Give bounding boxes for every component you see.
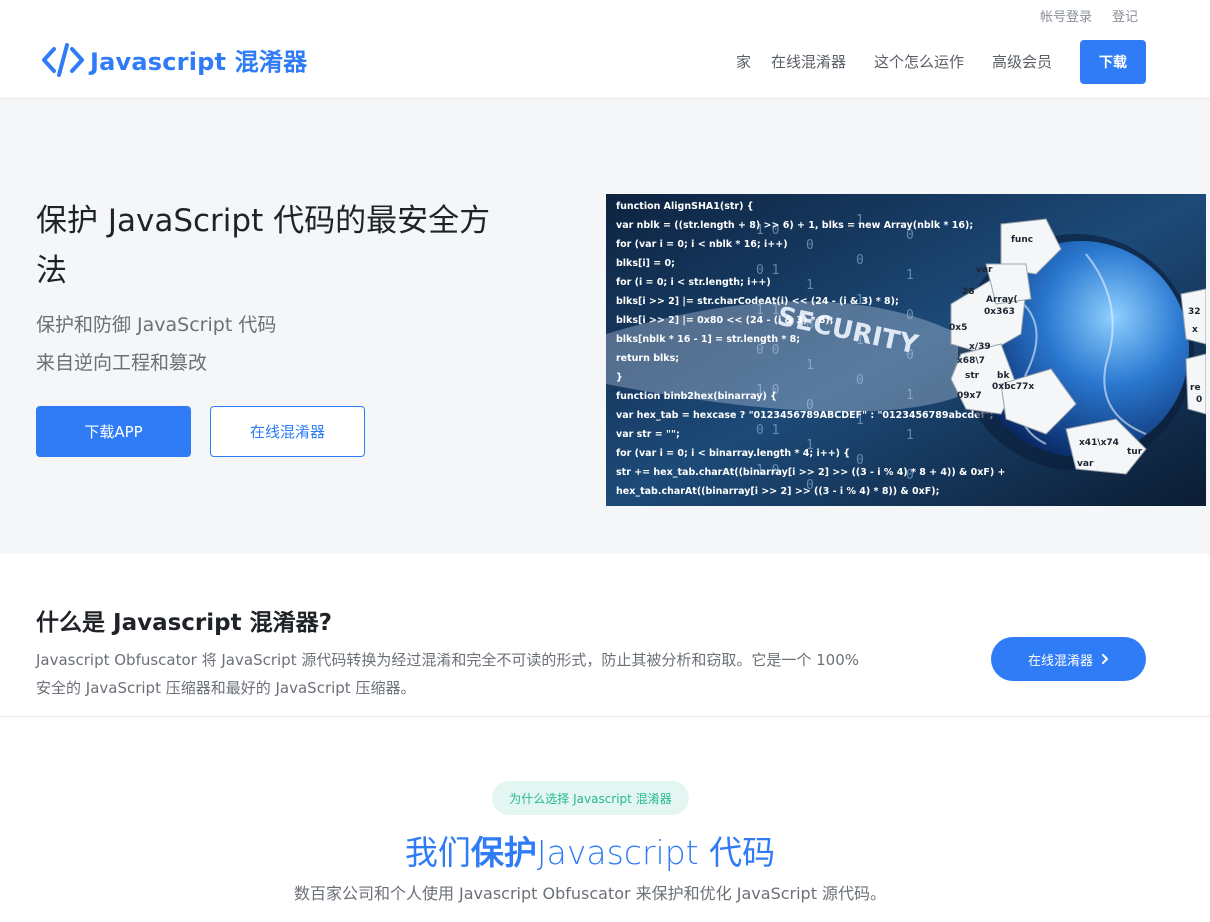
what-is-description: Javascript Obfuscator 将 JavaScript 源代码转换… (36, 651, 859, 697)
svg-text:1: 1 (906, 428, 914, 443)
hero-subtitle: 保护和防御 JavaScript 代码 来自逆向工程和篡改 (36, 306, 276, 382)
logo-text: Javascript 混淆器 (90, 48, 308, 76)
svg-text:function binb2hex(binarray) {: function binb2hex(binarray) { (616, 391, 777, 402)
svg-text:1: 1 (906, 268, 914, 283)
svg-text:var hex_tab = hexcase ? "01234: var hex_tab = hexcase ? "0123456789ABCDE… (616, 410, 993, 421)
utility-links: 帐号登录 登记 (1040, 6, 1138, 25)
svg-text:0: 0 (856, 253, 864, 268)
site-header: Javascript 混淆器 家 在线混淆器 这个怎么运作 高级会员 下载 (0, 0, 1210, 99)
main-nav: 家 在线混淆器 这个怎么运作 高级会员 下载 (736, 40, 1146, 84)
svg-text:x68\7: x68\7 (957, 356, 985, 366)
section-divider (0, 716, 1210, 717)
why-title-suffix: Javascript 代码 (536, 833, 776, 872)
svg-text:0: 0 (1196, 395, 1202, 405)
svg-text:32: 32 (1188, 307, 1201, 317)
why-subtitle: 数百家公司和个人使用 Javascript Obfuscator 来保护和优化 … (293, 884, 887, 903)
svg-text:0 1: 0 1 (756, 423, 779, 438)
hero-subtitle-line2: 来自逆向工程和篡改 (36, 352, 208, 374)
download-app-button[interactable]: 下载APP (36, 406, 191, 457)
svg-text:function AlignSHA1(str) {: function AlignSHA1(str) { (616, 201, 754, 212)
svg-text:0: 0 (856, 453, 864, 468)
why-title: 我们保护Javascript 代码 (0, 826, 1180, 874)
svg-text:}: } (616, 372, 623, 383)
online-obfuscator-button[interactable]: 在线混淆器 (210, 406, 365, 457)
chevron-right-icon (1102, 654, 1108, 664)
svg-text:re: re (1190, 383, 1201, 393)
svg-text:x/39: x/39 (969, 342, 991, 352)
svg-text:x: x (1192, 325, 1198, 335)
svg-text:0 1: 0 1 (756, 263, 779, 278)
svg-text:tur: tur (1127, 447, 1143, 457)
hero-wave-divider (0, 510, 1210, 553)
nav-item-premium[interactable]: 高级会员 (992, 40, 1052, 84)
hero-illustration: 1 00 11 10 01 00 11 0 0101010 1011010 01… (606, 194, 1206, 506)
svg-text:09x7: 09x7 (957, 391, 982, 401)
account-login-link[interactable]: 帐号登录 (1040, 6, 1092, 25)
svg-text:blks[i >> 2] |= str.charCodeAt: blks[i >> 2] |= str.charCodeAt(i) << (24… (616, 296, 899, 307)
svg-text:blks[i] = 0;: blks[i] = 0; (616, 258, 675, 269)
svg-text:var: var (1077, 459, 1094, 469)
svg-text:Array(: Array( (986, 295, 1018, 305)
svg-text:0xbc77x: 0xbc77x (992, 382, 1034, 392)
register-link[interactable]: 登记 (1112, 6, 1138, 25)
nav-item-how-it-works[interactable]: 这个怎么运作 (874, 40, 964, 84)
svg-text:blks[i >> 2] |= 0x80 << (24 -: blks[i >> 2] |= 0x80 << (24 - (i & 3) * … (616, 315, 834, 326)
svg-text:for (var i = 0; i < nblk * 16;: for (var i = 0; i < nblk * 16; i++) (616, 239, 788, 250)
svg-text:var str = "";: var str = ""; (616, 429, 680, 440)
svg-text:bk: bk (997, 371, 1010, 381)
svg-text:for (i = 0; i < str.length; i+: for (i = 0; i < str.length; i++) (616, 277, 771, 288)
online-obfuscator-cta-label: 在线混淆器 (1027, 653, 1093, 669)
security-globe-puzzle-image: 1 00 11 10 01 00 11 0 0101010 1011010 01… (606, 194, 1206, 506)
svg-text:return blks;: return blks; (616, 353, 679, 364)
download-button[interactable]: 下载 (1080, 40, 1146, 84)
why-title-prefix: 我们 (404, 833, 471, 872)
svg-text:str += hex_tab.charAt((binarra: str += hex_tab.charAt((binarray[i >> 2] … (616, 467, 1005, 478)
nav-item-home[interactable]: 家 (736, 40, 751, 84)
logo[interactable]: Javascript 混淆器 (42, 42, 307, 77)
why-title-bold: 保护 (470, 833, 537, 872)
svg-text:28: 28 (962, 287, 975, 297)
svg-text:1: 1 (806, 278, 814, 293)
online-obfuscator-cta-button[interactable]: 在线混淆器 (991, 637, 1146, 681)
hero-title: 保护 JavaScript 代码的最安全方法 (36, 203, 491, 289)
why-badge: 为什么选择 Javascript 混淆器 (492, 781, 689, 815)
svg-text:str: str (965, 371, 980, 381)
what-is-title: 什么是 Javascript 混淆器? (36, 610, 332, 636)
svg-text:0x363: 0x363 (984, 307, 1015, 317)
svg-text:0x5: 0x5 (949, 323, 967, 333)
svg-text:var: var (976, 265, 993, 275)
svg-text:var nblk = ((str.length + 8) >: var nblk = ((str.length + 8) >> 6) + 1, … (616, 220, 973, 231)
svg-text:hex_tab.charAt((binarray[i >>: hex_tab.charAt((binarray[i >> 2] >> ((3 … (616, 486, 939, 497)
svg-text:0: 0 (806, 238, 814, 253)
code-brackets-icon (42, 42, 84, 77)
svg-text:func: func (1011, 235, 1033, 245)
hero-subtitle-line1: 保护和防御 JavaScript 代码 (36, 314, 277, 336)
svg-text:blks[nblk * 16 - 1] = str.leng: blks[nblk * 16 - 1] = str.length * 8; (616, 334, 800, 345)
nav-item-online-obfuscator[interactable]: 在线混淆器 (771, 40, 846, 84)
svg-text:x41\x74: x41\x74 (1079, 438, 1119, 448)
svg-text:for (var i = 0; i < binarray.l: for (var i = 0; i < binarray.length * 4;… (616, 448, 850, 459)
